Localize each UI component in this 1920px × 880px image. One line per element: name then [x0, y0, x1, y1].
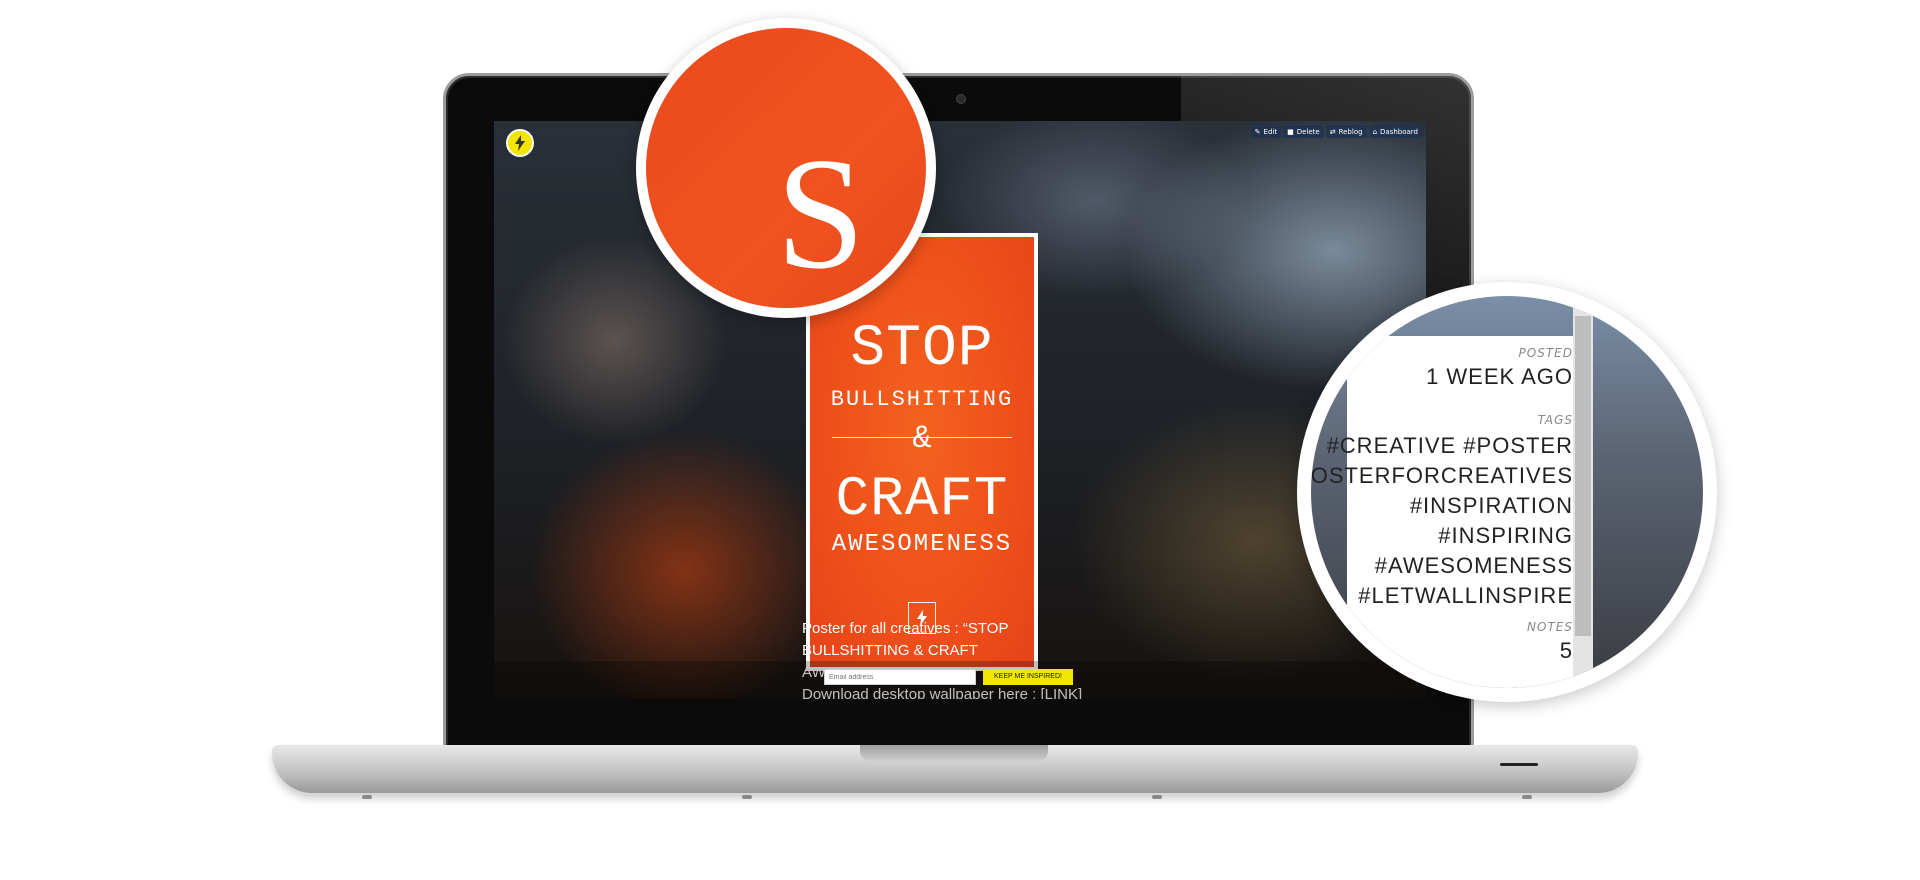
poster-stop-text: STOP — [850, 317, 994, 382]
tag-link[interactable]: #CREATIVE #POSTER — [1311, 431, 1573, 461]
edit-icon: ✎ — [1254, 127, 1261, 136]
edit-label: Edit — [1263, 127, 1278, 136]
poster-rule-right — [917, 437, 1012, 438]
laptop-foot — [742, 795, 752, 799]
laptop-foot — [1152, 795, 1162, 799]
screen: ✎ Edit ■ Delete ⇄ Reblog ⌂ Dashboard STO… — [494, 121, 1426, 699]
tag-link[interactable]: #INSPIRING — [1311, 521, 1573, 551]
laptop-foot — [1522, 795, 1532, 799]
post-info-content: POSTED 1 WEEK AGO TAGS #CREATIVE #POSTER… — [1311, 296, 1703, 688]
tag-link[interactable]: #INSPIRATION — [1311, 491, 1573, 521]
laptop-base — [272, 745, 1638, 799]
reblog-icon: ⇄ — [1329, 127, 1336, 136]
poster-ampersand: & — [912, 420, 932, 457]
trash-icon: ■ — [1287, 127, 1294, 136]
laptop-foot — [362, 795, 372, 799]
admin-bar: ✎ Edit ■ Delete ⇄ Reblog ⌂ Dashboard — [1250, 125, 1422, 138]
dashboard-label: Dashboard — [1380, 127, 1418, 136]
post-info-magnifier: POSTED 1 WEEK AGO TAGS #CREATIVE #POSTER… — [1297, 282, 1717, 702]
logo-magnifier-content: S — [646, 28, 926, 308]
notes-label: NOTES — [1527, 620, 1573, 634]
sleep-indicator — [1500, 763, 1538, 766]
notes-count: 5 — [1559, 638, 1573, 663]
lightning-icon — [515, 135, 525, 151]
caption-line-1: Poster for all creatives : “STOP — [802, 620, 1009, 637]
delete-button[interactable]: ■ Delete — [1283, 125, 1324, 138]
site-logo[interactable] — [506, 129, 534, 157]
posted-value: 1 WEEK AGO — [1426, 364, 1573, 389]
subscribe-bar: KEEP ME INSPIRED! — [494, 661, 1426, 699]
camera — [956, 94, 966, 104]
tag-link[interactable]: #AWESOMENESS — [1311, 551, 1573, 581]
dashboard-button[interactable]: ⌂ Dashboard — [1368, 125, 1422, 138]
poster-bullshitting-text: BULLSHITTING — [830, 387, 1014, 412]
tag-link[interactable]: #LETWALLINSPIRE — [1311, 581, 1573, 611]
tag-list: #CREATIVE #POSTER #POSTERFORCREATIVES #I… — [1311, 431, 1573, 611]
edit-button[interactable]: ✎ Edit — [1250, 125, 1282, 138]
email-input[interactable] — [824, 669, 976, 685]
tags-label: TAGS — [1537, 413, 1573, 427]
home-icon: ⌂ — [1372, 127, 1378, 136]
reblog-label: Reblog — [1338, 127, 1363, 136]
poster-craft-text: CRAFT — [835, 467, 1009, 531]
brand-s-logo: S — [776, 124, 865, 302]
scrollbar-thumb[interactable] — [1575, 316, 1591, 636]
logo-magnifier: S — [636, 18, 936, 318]
tag-link[interactable]: #POSTERFORCREATIVES — [1311, 461, 1573, 491]
reblog-button[interactable]: ⇄ Reblog — [1325, 125, 1367, 138]
keep-me-inspired-button[interactable]: KEEP ME INSPIRED! — [983, 669, 1073, 685]
delete-label: Delete — [1296, 127, 1320, 136]
posted-label: POSTED — [1518, 346, 1573, 360]
base-notch — [860, 745, 1048, 761]
poster-awesomeness-text: AWESOMENESS — [831, 531, 1013, 558]
